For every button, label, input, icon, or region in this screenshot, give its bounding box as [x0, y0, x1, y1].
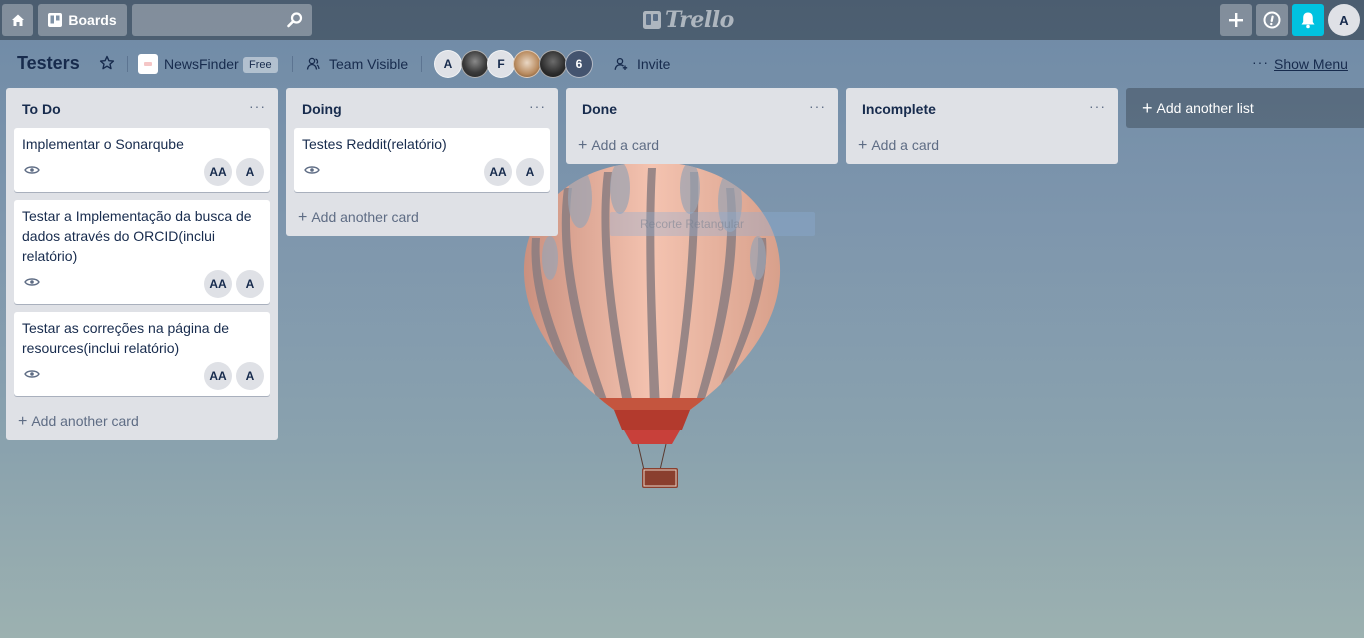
plus-icon: + — [578, 137, 588, 154]
add-list-label: Add another list — [1156, 100, 1254, 116]
card-member-avatar[interactable]: AA — [204, 158, 232, 186]
header-divider — [127, 56, 128, 72]
card-member-avatar[interactable]: AA — [484, 158, 512, 186]
user-avatar[interactable]: A — [1328, 4, 1360, 36]
plus-icon: + — [18, 413, 28, 430]
card[interactable]: Testes Reddit(relatório) AA A — [294, 128, 550, 192]
member-avatar[interactable] — [461, 50, 489, 78]
add-card-button[interactable]: + Add a card — [578, 137, 659, 155]
eye-icon — [304, 166, 320, 174]
plus-icon: + — [858, 137, 868, 154]
team-logo — [138, 54, 158, 74]
boards-icon — [48, 13, 63, 27]
list-menu-icon[interactable]: ··· — [249, 98, 266, 114]
trello-logo-icon — [643, 11, 661, 29]
create-button[interactable] — [1220, 4, 1252, 36]
card-title: Implementar o Sonarqube — [22, 136, 184, 152]
plus-icon: + — [1142, 97, 1153, 118]
card-title: Testar as correções na página de resourc… — [22, 320, 230, 356]
visibility-button[interactable]: Team Visible — [329, 56, 408, 72]
home-icon — [11, 14, 24, 26]
list-title[interactable]: Done — [582, 101, 617, 117]
menu-dots-icon[interactable]: ··· — [1252, 54, 1269, 70]
logo-text: Trello — [665, 7, 734, 33]
team-name[interactable]: NewsFinder — [164, 56, 239, 72]
list-title[interactable]: Incomplete — [862, 101, 936, 117]
card-member-avatar[interactable]: A — [236, 362, 264, 390]
add-card-label: Add another card — [311, 209, 419, 225]
board-title[interactable]: Testers — [17, 53, 80, 74]
add-card-label: Add another card — [31, 413, 139, 429]
list-to-do: To Do ··· Implementar o Sonarqube AA A T… — [6, 88, 278, 440]
list-title[interactable]: Doing — [302, 101, 342, 117]
list-incomplete: Incomplete ··· + Add a card — [846, 88, 1118, 164]
card-member-avatar[interactable]: AA — [204, 270, 232, 298]
list-doing: Doing ··· Testes Reddit(relatório) AA A … — [286, 88, 558, 236]
member-avatar[interactable]: F — [487, 50, 515, 78]
trello-logo[interactable]: Trello — [643, 7, 734, 33]
member-avatar[interactable] — [513, 50, 541, 78]
card-title: Testes Reddit(relatório) — [302, 136, 447, 152]
star-icon[interactable] — [99, 55, 115, 71]
header-divider — [421, 56, 422, 72]
card[interactable]: Testar as correções na página de resourc… — [14, 312, 270, 396]
add-card-button[interactable]: + Add another card — [18, 413, 139, 431]
add-card-button[interactable]: + Add another card — [298, 209, 419, 227]
member-avatar[interactable]: A — [434, 50, 462, 78]
list-title[interactable]: To Do — [22, 101, 61, 117]
add-person-icon — [614, 57, 628, 70]
hot-air-balloon-background: KAPADOKYABALLOONS.COM — [523, 162, 781, 488]
card[interactable]: Testar a Implementação da busca de dados… — [14, 200, 270, 304]
card-member-avatar[interactable]: A — [236, 158, 264, 186]
notifications-button[interactable] — [1292, 4, 1324, 36]
eye-icon — [24, 370, 40, 378]
add-list-button[interactable]: + Add another list — [1126, 88, 1364, 128]
list-menu-icon[interactable]: ··· — [1089, 98, 1106, 114]
boards-label: Boards — [68, 12, 117, 28]
card-member-avatar[interactable]: A — [516, 158, 544, 186]
information-button[interactable] — [1256, 4, 1288, 36]
list-menu-icon[interactable]: ··· — [809, 98, 826, 114]
top-navigation-bar: Boards Trello A — [0, 0, 1364, 40]
plus-icon: + — [298, 209, 308, 226]
eye-icon — [24, 278, 40, 286]
background-overlay-text: Recorte Retangular — [610, 212, 815, 236]
more-members-count[interactable]: 6 — [565, 50, 593, 78]
invite-button[interactable]: Invite — [637, 56, 670, 72]
search-icon[interactable] — [286, 11, 304, 29]
search-input[interactable] — [132, 4, 312, 36]
team-icon — [306, 57, 320, 70]
eye-icon — [24, 166, 40, 174]
info-icon — [1263, 11, 1281, 29]
add-card-button[interactable]: + Add a card — [858, 137, 939, 155]
team-plan-badge: Free — [243, 57, 278, 73]
member-avatar[interactable] — [539, 50, 567, 78]
board-header: Testers NewsFinder Free Team Visible A F… — [0, 40, 1364, 88]
add-card-label: Add a card — [871, 137, 940, 153]
card-member-avatar[interactable]: A — [236, 270, 264, 298]
add-card-label: Add a card — [591, 137, 660, 153]
boards-button[interactable]: Boards — [38, 4, 127, 36]
show-menu-button[interactable]: Show Menu — [1274, 56, 1348, 72]
card-member-avatar[interactable]: AA — [204, 362, 232, 390]
card-title: Testar a Implementação da busca de dados… — [22, 208, 252, 264]
plus-icon — [1229, 13, 1243, 27]
list-done: Done ··· + Add a card — [566, 88, 838, 164]
bell-icon — [1301, 12, 1315, 29]
list-menu-icon[interactable]: ··· — [529, 98, 546, 114]
header-divider — [292, 56, 293, 72]
card[interactable]: Implementar o Sonarqube AA A — [14, 128, 270, 192]
home-button[interactable] — [2, 4, 33, 36]
